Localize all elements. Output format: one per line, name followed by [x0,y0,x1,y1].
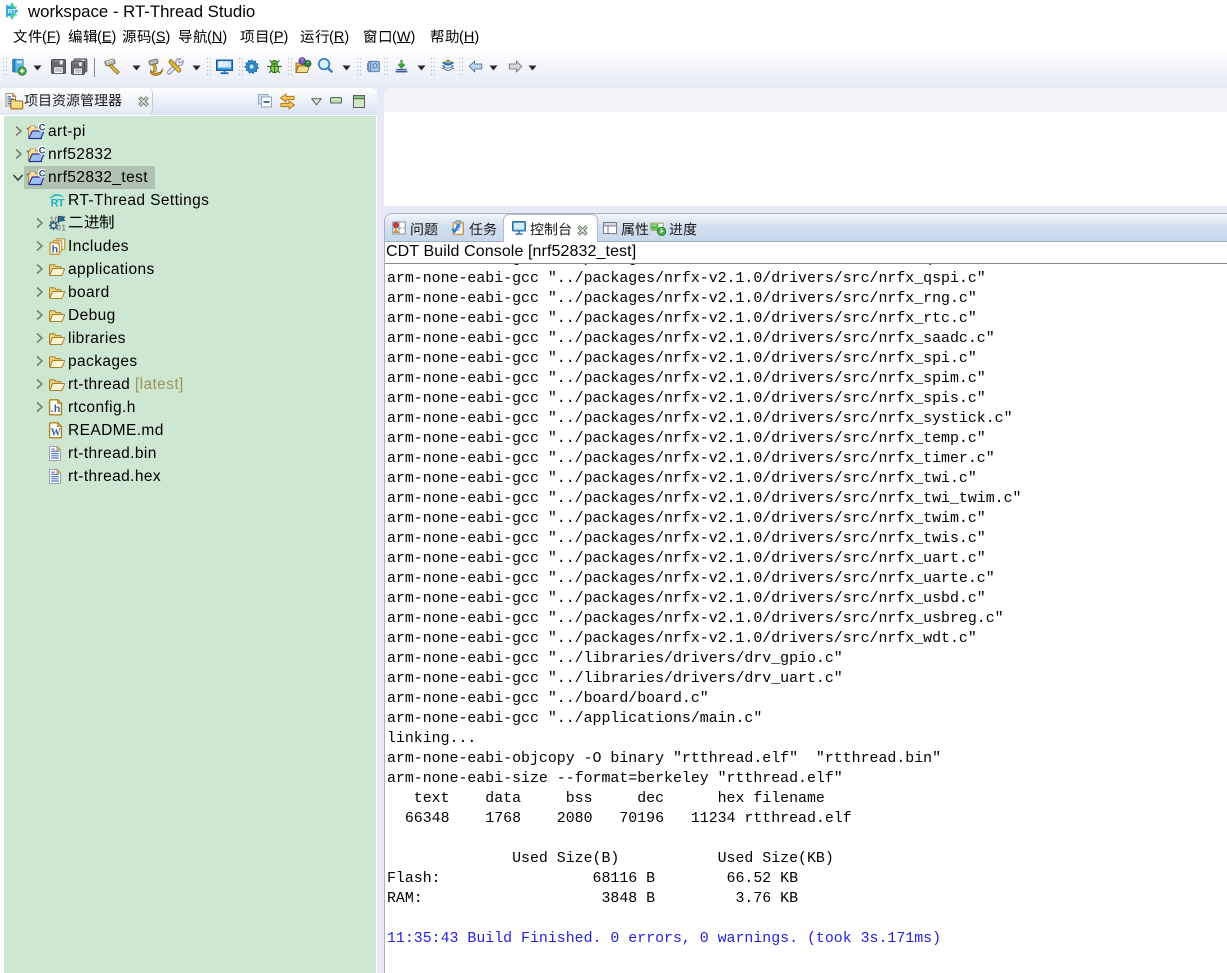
svg-text:RT: RT [51,197,65,207]
svg-text:C: C [39,169,45,179]
svg-text:C: C [39,146,45,156]
svg-text:.h: .h [51,403,61,415]
svg-text:01: 01 [57,223,67,232]
svg-text:RT: RT [8,8,16,15]
svg-text:W: W [51,427,61,438]
svg-text:h: h [52,243,59,254]
svg-text:C: C [39,123,45,133]
